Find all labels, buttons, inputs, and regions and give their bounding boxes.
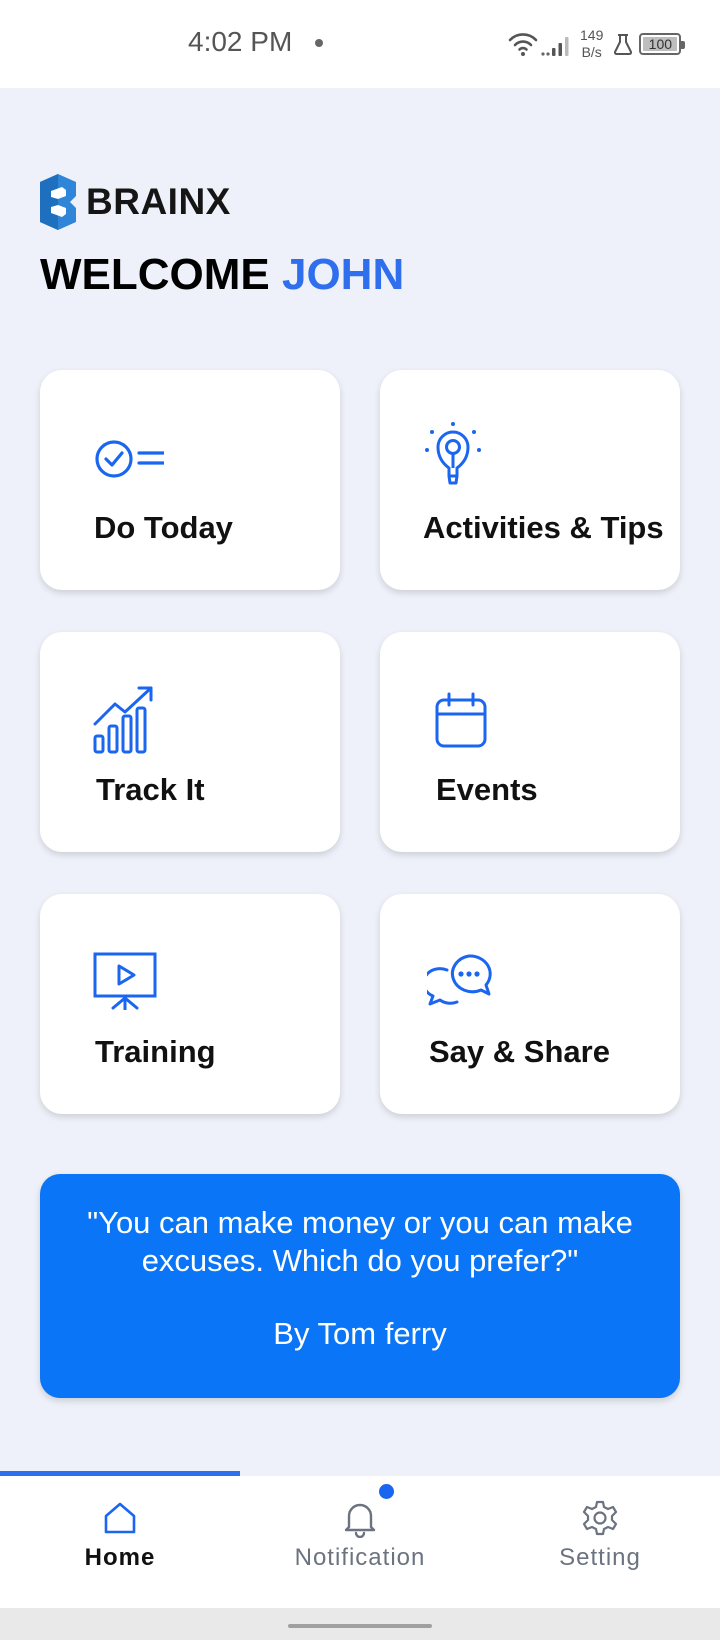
growth-chart-icon <box>93 686 153 754</box>
checklist-icon <box>95 440 164 478</box>
status-time: 4:02 PM <box>188 26 293 57</box>
nav-item-home[interactable]: Home <box>0 1476 240 1608</box>
status-bar: 4:02 PM 149 B/s 100 <box>0 0 720 88</box>
lightbulb-icon <box>425 422 481 485</box>
welcome-heading: WELCOME JOHN <box>40 250 404 300</box>
bottom-nav: Home Notification Setting <box>0 1476 720 1608</box>
network-speed-unit: B/s <box>581 44 602 60</box>
nav-item-setting[interactable]: Setting <box>480 1476 720 1608</box>
brand-name: BRAINX <box>86 181 231 222</box>
home-gesture-handle[interactable] <box>288 1624 432 1628</box>
system-navigation-bar <box>0 1608 720 1640</box>
nav-label-home: Home <box>84 1544 156 1571</box>
tile-label: Track It <box>96 772 205 807</box>
calendar-icon <box>435 692 487 748</box>
tile-label: Activities & Tips <box>423 510 664 545</box>
nav-label-setting: Setting <box>559 1544 641 1571</box>
signal-icon <box>541 37 569 56</box>
quote-author: By Tom ferry <box>273 1316 447 1351</box>
flask-icon <box>614 34 633 55</box>
nav-label-notification: Notification <box>294 1544 426 1571</box>
presentation-play-icon <box>93 952 157 1010</box>
tile-say-share[interactable]: Say & Share <box>380 894 680 1114</box>
tile-activities-tips[interactable]: Activities & Tips <box>380 370 680 590</box>
tile-training[interactable]: Training <box>40 894 340 1114</box>
brainx-logo-icon <box>40 174 76 230</box>
tile-track-it[interactable]: Track It <box>40 632 340 852</box>
tile-label: Do Today <box>94 510 233 545</box>
status-icons: 149 B/s 100 <box>508 22 686 66</box>
home-icon <box>104 1502 136 1534</box>
brand-logo: BRAINX <box>40 174 231 230</box>
network-speed: 149 B/s <box>580 27 603 61</box>
nav-item-notification[interactable]: Notification <box>240 1476 480 1608</box>
tile-label: Say & Share <box>429 1034 610 1069</box>
battery-icon: 100 <box>639 33 686 55</box>
user-name: JOHN <box>281 250 405 299</box>
network-speed-value: 149 <box>580 27 604 43</box>
tile-do-today[interactable]: Do Today <box>40 370 340 590</box>
tile-label: Events <box>436 772 538 807</box>
wifi-icon <box>508 33 538 56</box>
chat-bubbles-icon <box>427 954 492 1006</box>
quote-text: "You can make money or you can make excu… <box>87 1205 633 1278</box>
notification-badge <box>379 1484 394 1499</box>
battery-level: 100 <box>648 36 673 52</box>
gear-icon <box>582 1500 618 1536</box>
tile-events[interactable]: Events <box>380 632 680 852</box>
quote-card: "You can make money or you can make excu… <box>40 1174 680 1398</box>
welcome-prefix: WELCOME <box>40 250 282 299</box>
notification-dot-indicator <box>315 39 323 47</box>
tile-label: Training <box>95 1034 216 1069</box>
bell-icon <box>344 1503 376 1538</box>
